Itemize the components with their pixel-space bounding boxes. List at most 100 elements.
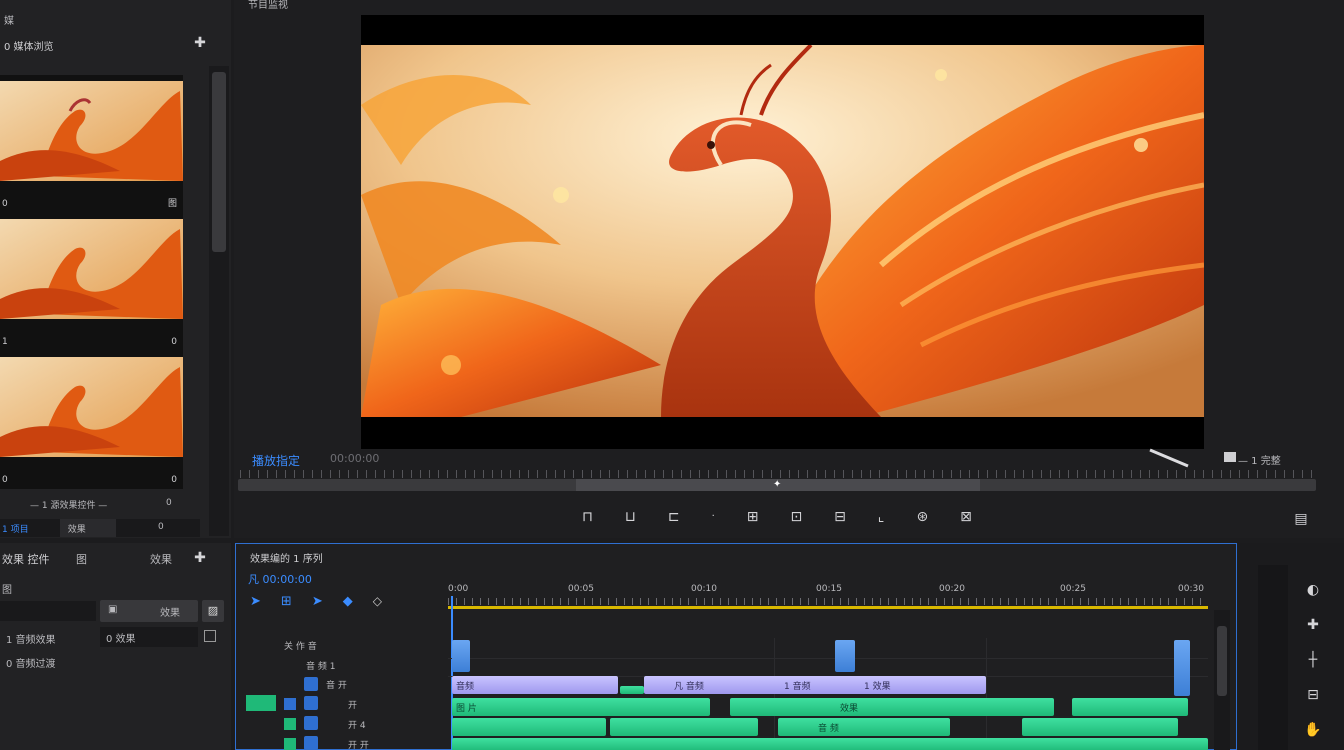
video-clip[interactable]: 音频: [452, 676, 618, 694]
mark-out-icon[interactable]: ⊔: [625, 508, 636, 530]
scrub-bar[interactable]: ✦: [238, 479, 1316, 491]
source-patch[interactable]: [246, 695, 276, 711]
track-name[interactable]: 开 4: [348, 718, 366, 731]
category-label: 图: [2, 585, 12, 596]
clip-label: 音 频: [818, 724, 839, 734]
audio-clip[interactable]: [1022, 718, 1178, 736]
slip-tool-icon[interactable]: ⊟: [1304, 686, 1322, 704]
add-marker-icon[interactable]: ◆: [343, 594, 353, 612]
scrollbar-thumb[interactable]: [1217, 626, 1227, 696]
move-tool-icon[interactable]: ✚: [1304, 616, 1322, 634]
audio-clip[interactable]: 音 频: [778, 718, 950, 736]
timeline-scrollbar[interactable]: [1214, 610, 1230, 750]
linked-selection-icon[interactable]: ⊞: [281, 594, 292, 612]
target-toggle-icon[interactable]: [304, 736, 318, 750]
marker-icon[interactable]: ➤: [312, 594, 323, 612]
track-lanes: 音频 凡 音频 1 音频 1 效果 图 片 效果 音 频: [448, 638, 1208, 750]
program-timecode[interactable]: 播放指定: [252, 452, 300, 469]
overwrite-icon[interactable]: ⌞: [878, 508, 885, 530]
video-frame[interactable]: [361, 15, 1204, 449]
program-monitor: 节目监视 播放指定 00:00:00 — 1 完整 ✦ ⊓ ⊔ ⊏ · ⊞ ⊡ …: [234, 0, 1344, 538]
scrollbar-thumb[interactable]: [212, 72, 226, 252]
sync-lock-icon[interactable]: [284, 738, 296, 750]
step-forward-icon[interactable]: ⊡: [790, 508, 802, 530]
tab-effects[interactable]: 效果: [59, 519, 116, 537]
settings-icon[interactable]: ▤: [1292, 510, 1310, 528]
hand-tool-icon[interactable]: ✋: [1304, 721, 1322, 739]
zoom-fit-label[interactable]: — 1 完整: [1238, 452, 1281, 467]
target-toggle-icon[interactable]: [304, 696, 318, 710]
new-bin-icon[interactable]: ▨: [202, 600, 224, 622]
effects-button[interactable]: ▣ 效果: [100, 600, 198, 622]
target-toggle-icon[interactable]: [304, 677, 318, 691]
ruler-label: 0:00: [448, 584, 469, 594]
clip-label: 1 效果: [864, 682, 891, 692]
video-clip[interactable]: [835, 640, 855, 672]
razor-tool-icon[interactable]: ┼: [1304, 651, 1322, 669]
insert-icon[interactable]: ⊟: [834, 508, 846, 530]
work-area-bar[interactable]: [448, 606, 1208, 609]
track-name[interactable]: 音 频 1: [306, 659, 335, 672]
track-name[interactable]: 关 作 音: [284, 639, 317, 652]
checkbox[interactable]: [204, 630, 216, 642]
settings-icon[interactable]: ◇: [373, 594, 382, 612]
media-thumbnail[interactable]: 0 图: [0, 75, 183, 213]
track-name[interactable]: 开 开: [348, 738, 369, 750]
export-frame-icon[interactable]: ⊠: [960, 508, 972, 530]
track-name[interactable]: 开: [348, 698, 357, 711]
audio-clip[interactable]: [452, 738, 1208, 750]
audio-effects-value[interactable]: 0 效果: [100, 627, 198, 647]
sync-lock-icon[interactable]: [284, 698, 296, 710]
mark-in-icon[interactable]: ⊓: [582, 508, 593, 530]
track-name[interactable]: 音 开: [326, 678, 347, 691]
plus-icon[interactable]: ✚: [191, 549, 209, 567]
timeline-tools: ➤ ⊞ ➤ ◆ ◇: [250, 594, 410, 612]
clear-in-icon[interactable]: ⊏: [668, 508, 680, 530]
panel-title: 0 媒体浏览: [4, 42, 54, 53]
ruler-label: 00:20: [939, 584, 965, 594]
panel-footer-value: 0: [166, 498, 172, 508]
step-back-icon[interactable]: ·: [712, 508, 715, 530]
phoenix-thumbnail-image: [0, 357, 183, 457]
phoenix-video-image: [361, 45, 1204, 417]
fit-icon[interactable]: [1224, 452, 1236, 462]
phoenix-thumbnail-image: [0, 81, 183, 181]
video-clip[interactable]: [1174, 640, 1190, 696]
effects-search-input[interactable]: [0, 601, 96, 621]
audio-transitions-label[interactable]: 0 音频过渡: [6, 655, 56, 670]
audio-clip[interactable]: [452, 718, 606, 736]
monitor-title: 节目监视: [248, 0, 288, 11]
playhead-icon[interactable]: ✦: [773, 480, 783, 490]
monitor-ruler: [240, 470, 1316, 478]
selection-tool-icon[interactable]: ◐: [1304, 581, 1322, 599]
target-toggle-icon[interactable]: [304, 716, 318, 730]
media-thumbnail[interactable]: 0 0: [0, 351, 183, 489]
video-clip[interactable]: [452, 640, 470, 672]
audio-clip[interactable]: [610, 718, 758, 736]
effects-mid-label: 图: [76, 553, 87, 566]
wrench-icon[interactable]: [1148, 448, 1194, 468]
tab-project[interactable]: 1 项目: [0, 519, 60, 537]
plus-icon[interactable]: ✚: [191, 34, 209, 52]
thumb-caption: 1: [2, 337, 8, 347]
timeline-ruler[interactable]: 0:00 00:05 00:10 00:15 00:20 00:25 00:30: [448, 584, 1208, 612]
ruler-label: 00:10: [691, 584, 717, 594]
audio-clip[interactable]: 图 片: [452, 698, 710, 716]
play-icon[interactable]: ⊞: [747, 508, 759, 530]
audio-clip[interactable]: [1072, 698, 1188, 716]
thumb-duration: 图: [167, 199, 177, 209]
thumb-duration: 0: [171, 337, 177, 347]
track-headers: 关 作 音 音 频 1 音 开 开 开 4 开 开: [236, 638, 448, 750]
transition-clip[interactable]: [620, 686, 644, 694]
sync-lock-icon[interactable]: [284, 718, 296, 730]
panel-footer-label: — 1 源效果控件 —: [30, 501, 108, 511]
media-thumbnail[interactable]: 1 0: [0, 213, 183, 351]
snap-icon[interactable]: ➤: [250, 594, 261, 612]
audio-effects-label[interactable]: 1 音频效果: [6, 631, 56, 646]
timeline-timecode[interactable]: 凡 00:00:00: [248, 571, 312, 587]
lift-icon[interactable]: ⊛: [916, 508, 928, 530]
video-clip[interactable]: 凡 音频 1 音频 1 效果: [644, 676, 986, 694]
scrollbar[interactable]: [209, 66, 229, 536]
tab-more[interactable]: 0: [116, 519, 200, 537]
audio-clip[interactable]: 效果: [730, 698, 1054, 716]
